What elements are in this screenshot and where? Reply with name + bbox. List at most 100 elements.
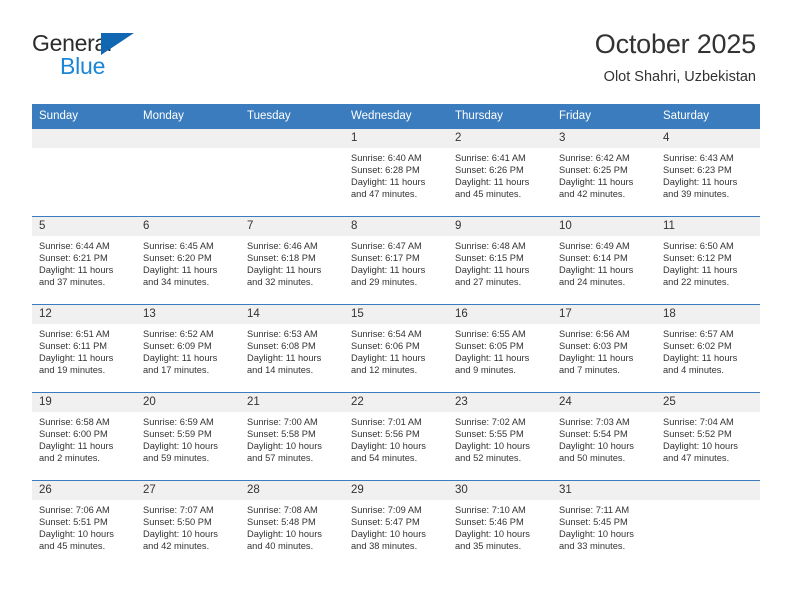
- daylight-text: Daylight: 11 hours and 22 minutes.: [663, 265, 738, 288]
- calendar-day-cell[interactable]: 29 Sunrise: 7:09 AM Sunset: 5:47 PM Dayligh…: [344, 480, 448, 569]
- sunrise-text: Sunrise: 7:03 AM: [559, 417, 630, 427]
- calendar-day-cell[interactable]: 14 Sunrise: 6:53 AM Sunset: 6:08 PM Dayligh…: [240, 304, 344, 393]
- logo-text-general: General: [32, 30, 112, 56]
- calendar-week-row: 26 Sunrise: 7:06 AM Sunset: 5:51 PM Dayligh…: [32, 480, 760, 569]
- calendar-day-cell[interactable]: 8 Sunrise: 6:47 AM Sunset: 6:17 PM Daylight…: [344, 216, 448, 305]
- calendar-day-cell[interactable]: 16 Sunrise: 6:55 AM Sunset: 6:05 PM Dayligh…: [448, 304, 552, 393]
- sunset-text: Sunset: 6:25 PM: [559, 165, 628, 176]
- daylight-text: Daylight: 11 hours and 12 minutes.: [351, 353, 426, 376]
- calendar-day-cell[interactable]: 11 Sunrise: 6:50 AM Sunset: 6:12 PM Dayligh…: [656, 216, 760, 305]
- calendar-day-cell[interactable]: 1 Sunrise: 6:40 AM Sunset: 6:28 PM Daylight…: [344, 128, 448, 217]
- calendar-day-cell[interactable]: 28 Sunrise: 7:08 AM Sunset: 5:48 PM Dayligh…: [240, 480, 344, 569]
- day-number: 10: [552, 217, 656, 236]
- day-details: Sunrise: 6:56 AM Sunset: 6:03 PM Daylight:…: [552, 324, 656, 376]
- daylight-text: Daylight: 11 hours and 9 minutes.: [455, 353, 530, 376]
- calendar-day-cell[interactable]: 20 Sunrise: 6:59 AM Sunset: 5:59 PM Dayligh…: [136, 392, 240, 481]
- calendar-day-cell[interactable]: 4 Sunrise: 6:43 AM Sunset: 6:23 PM Daylight…: [656, 128, 760, 217]
- sunset-text: Sunset: 6:28 PM: [351, 165, 420, 176]
- daylight-text: Daylight: 10 hours and 35 minutes.: [455, 529, 530, 552]
- page-subtitle: Olot Shahri, Uzbekistan: [603, 69, 756, 85]
- calendar-week-row: 12 Sunrise: 6:51 AM Sunset: 6:11 PM Dayligh…: [32, 304, 760, 393]
- day-number: [32, 129, 136, 148]
- day-details: Sunrise: 6:44 AM Sunset: 6:21 PM Daylight:…: [32, 236, 136, 288]
- day-number: 9: [448, 217, 552, 236]
- sunset-text: Sunset: 6:00 PM: [39, 429, 108, 440]
- sunrise-text: Sunrise: 6:57 AM: [663, 329, 734, 339]
- day-number: [656, 481, 760, 500]
- sunrise-text: Sunrise: 7:06 AM: [39, 505, 110, 515]
- sunset-text: Sunset: 5:51 PM: [39, 517, 108, 528]
- day-number: 29: [344, 481, 448, 500]
- sunset-text: Sunset: 5:45 PM: [559, 517, 628, 528]
- calendar-day-cell[interactable]: 17 Sunrise: 6:56 AM Sunset: 6:03 PM Dayligh…: [552, 304, 656, 393]
- day-details: Sunrise: 6:43 AM Sunset: 6:23 PM Daylight:…: [656, 148, 760, 200]
- day-number: 11: [656, 217, 760, 236]
- daylight-text: Daylight: 11 hours and 37 minutes.: [39, 265, 114, 288]
- calendar-day-cell[interactable]: 25 Sunrise: 7:04 AM Sunset: 5:52 PM Dayligh…: [656, 392, 760, 481]
- day-number: 2: [448, 129, 552, 148]
- calendar-day-cell[interactable]: 15 Sunrise: 6:54 AM Sunset: 6:06 PM Dayligh…: [344, 304, 448, 393]
- sunrise-text: Sunrise: 6:43 AM: [663, 153, 734, 163]
- day-details: Sunrise: 7:11 AM Sunset: 5:45 PM Daylight:…: [552, 500, 656, 552]
- sunrise-text: Sunrise: 6:42 AM: [559, 153, 630, 163]
- calendar-day-cell-empty: [240, 128, 344, 217]
- day-details: Sunrise: 7:07 AM Sunset: 5:50 PM Daylight:…: [136, 500, 240, 552]
- calendar-day-cell[interactable]: 13 Sunrise: 6:52 AM Sunset: 6:09 PM Dayligh…: [136, 304, 240, 393]
- daylight-text: Daylight: 11 hours and 19 minutes.: [39, 353, 114, 376]
- calendar-day-cell[interactable]: 30 Sunrise: 7:10 AM Sunset: 5:46 PM Dayligh…: [448, 480, 552, 569]
- calendar-week-row: 5 Sunrise: 6:44 AM Sunset: 6:21 PM Daylight…: [32, 216, 760, 305]
- daylight-text: Daylight: 11 hours and 24 minutes.: [559, 265, 634, 288]
- sunset-text: Sunset: 6:11 PM: [39, 341, 108, 352]
- sunset-text: Sunset: 6:26 PM: [455, 165, 524, 176]
- day-number: 6: [136, 217, 240, 236]
- daylight-text: Daylight: 10 hours and 45 minutes.: [39, 529, 114, 552]
- daylight-text: Daylight: 10 hours and 42 minutes.: [143, 529, 218, 552]
- day-details: Sunrise: 6:46 AM Sunset: 6:18 PM Daylight:…: [240, 236, 344, 288]
- sunset-text: Sunset: 5:59 PM: [143, 429, 212, 440]
- day-details: Sunrise: 6:49 AM Sunset: 6:14 PM Daylight:…: [552, 236, 656, 288]
- weekday-header: Sunday Monday Tuesday Wednesday Thursday Frid…: [32, 104, 760, 129]
- calendar-day-cell[interactable]: 23 Sunrise: 7:02 AM Sunset: 5:55 PM Dayligh…: [448, 392, 552, 481]
- calendar-day-cell[interactable]: 6 Sunrise: 6:45 AM Sunset: 6:20 PM Daylight…: [136, 216, 240, 305]
- weekday-header-friday: Friday: [552, 104, 656, 129]
- day-number: 26: [32, 481, 136, 500]
- calendar-day-cell[interactable]: 18 Sunrise: 6:57 AM Sunset: 6:02 PM Dayligh…: [656, 304, 760, 393]
- daylight-text: Daylight: 10 hours and 33 minutes.: [559, 529, 634, 552]
- calendar-day-cell[interactable]: 31 Sunrise: 7:11 AM Sunset: 5:45 PM Dayligh…: [552, 480, 656, 569]
- day-number: 14: [240, 305, 344, 324]
- calendar-day-cell[interactable]: 2 Sunrise: 6:41 AM Sunset: 6:26 PM Daylight…: [448, 128, 552, 217]
- day-details: Sunrise: 6:57 AM Sunset: 6:02 PM Daylight:…: [656, 324, 760, 376]
- sunrise-text: Sunrise: 7:00 AM: [247, 417, 318, 427]
- sunrise-text: Sunrise: 6:56 AM: [559, 329, 630, 339]
- daylight-text: Daylight: 11 hours and 17 minutes.: [143, 353, 218, 376]
- daylight-text: Daylight: 11 hours and 47 minutes.: [351, 177, 426, 200]
- calendar-day-cell[interactable]: 22 Sunrise: 7:01 AM Sunset: 5:56 PM Dayligh…: [344, 392, 448, 481]
- day-details: Sunrise: 7:02 AM Sunset: 5:55 PM Daylight:…: [448, 412, 552, 464]
- calendar-day-cell[interactable]: 21 Sunrise: 7:00 AM Sunset: 5:58 PM Dayligh…: [240, 392, 344, 481]
- day-details: Sunrise: 6:40 AM Sunset: 6:28 PM Daylight:…: [344, 148, 448, 200]
- calendar-day-cell[interactable]: 12 Sunrise: 6:51 AM Sunset: 6:11 PM Dayligh…: [32, 304, 136, 393]
- day-number: 12: [32, 305, 136, 324]
- calendar-day-cell[interactable]: 3 Sunrise: 6:42 AM Sunset: 6:25 PM Daylight…: [552, 128, 656, 217]
- calendar-day-cell[interactable]: 24 Sunrise: 7:03 AM Sunset: 5:54 PM Dayligh…: [552, 392, 656, 481]
- sunrise-text: Sunrise: 6:40 AM: [351, 153, 422, 163]
- sunrise-text: Sunrise: 7:11 AM: [559, 505, 630, 515]
- sunset-text: Sunset: 5:54 PM: [559, 429, 628, 440]
- calendar-day-cell[interactable]: 7 Sunrise: 6:46 AM Sunset: 6:18 PM Daylight…: [240, 216, 344, 305]
- day-number: 30: [448, 481, 552, 500]
- calendar-day-cell[interactable]: 26 Sunrise: 7:06 AM Sunset: 5:51 PM Dayligh…: [32, 480, 136, 569]
- calendar-table: Sunday Monday Tuesday Wednesday Thursday Frid…: [32, 104, 760, 569]
- daylight-text: Daylight: 11 hours and 34 minutes.: [143, 265, 218, 288]
- daylight-text: Daylight: 11 hours and 2 minutes.: [39, 441, 114, 464]
- daylight-text: Daylight: 11 hours and 14 minutes.: [247, 353, 322, 376]
- calendar-day-cell[interactable]: 19 Sunrise: 6:58 AM Sunset: 6:00 PM Dayligh…: [32, 392, 136, 481]
- calendar-day-cell[interactable]: 5 Sunrise: 6:44 AM Sunset: 6:21 PM Daylight…: [32, 216, 136, 305]
- calendar-day-cell[interactable]: 9 Sunrise: 6:48 AM Sunset: 6:15 PM Daylight…: [448, 216, 552, 305]
- calendar-day-cell[interactable]: 10 Sunrise: 6:49 AM Sunset: 6:14 PM Dayligh…: [552, 216, 656, 305]
- calendar-body: 1 Sunrise: 6:40 AM Sunset: 6:28 PM Daylight…: [32, 128, 760, 569]
- sunrise-text: Sunrise: 7:07 AM: [143, 505, 214, 515]
- day-details: Sunrise: 6:52 AM Sunset: 6:09 PM Daylight:…: [136, 324, 240, 376]
- calendar-day-cell[interactable]: 27 Sunrise: 7:07 AM Sunset: 5:50 PM Dayligh…: [136, 480, 240, 569]
- day-number: 1: [344, 129, 448, 148]
- sunrise-text: Sunrise: 7:02 AM: [455, 417, 526, 427]
